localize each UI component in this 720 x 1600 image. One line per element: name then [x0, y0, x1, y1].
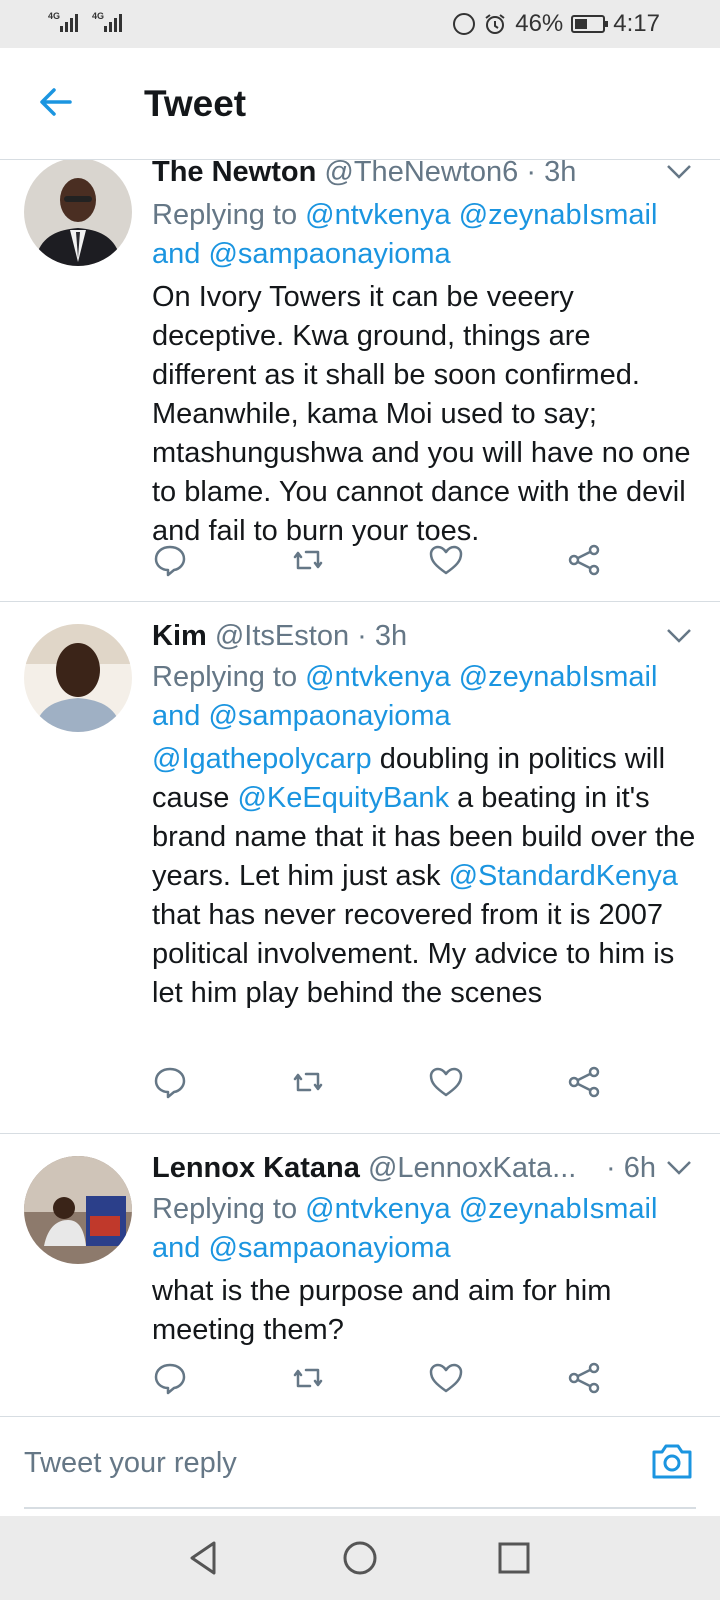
tweet-actions: [152, 1064, 612, 1104]
mention-link[interactable]: @zeynabIsmail: [459, 661, 658, 693]
heart-icon[interactable]: [428, 1360, 464, 1396]
chevron-down-icon[interactable]: [666, 628, 692, 644]
mention-link[interactable]: @ntvkenya: [305, 661, 451, 693]
arrow-left-icon[interactable]: [36, 82, 76, 122]
clock: 4:17: [613, 10, 660, 37]
tweet-actions: [152, 542, 612, 582]
tweet-text-segment: that has never recovered from it is 2007…: [152, 899, 675, 1009]
page-title: Tweet: [144, 83, 247, 124]
reply-input-underline: [24, 1507, 696, 1509]
tweet-item[interactable]: Kim @ItsEston · 3h Replying to @ntvkenya…: [0, 602, 720, 1134]
heart-icon[interactable]: [428, 542, 464, 578]
mention-and[interactable]: and: [152, 700, 200, 732]
display-name[interactable]: The Newton: [152, 160, 316, 188]
tweet-header: Kim @ItsEston · 3h: [152, 620, 408, 652]
retweet-icon[interactable]: [290, 1064, 326, 1100]
timestamp: 3h: [374, 620, 408, 652]
signal-icon: 4G: [92, 10, 126, 34]
home-circle-icon[interactable]: [340, 1538, 380, 1578]
reply-icon[interactable]: [152, 542, 188, 578]
status-bar: 4G 4G 46% 4:17: [0, 0, 720, 48]
app-header: Tweet: [0, 48, 720, 160]
retweet-icon[interactable]: [290, 542, 326, 578]
mention-link[interactable]: @Igathepolycarp: [152, 743, 372, 775]
status-right: 46% 4:17: [453, 8, 660, 40]
user-handle[interactable]: @TheNewton6: [324, 160, 518, 188]
network-type-label: 4G: [48, 11, 61, 21]
timestamp: 6h: [623, 1152, 656, 1184]
battery-percent: 46%: [515, 10, 564, 37]
tweet-item[interactable]: Lennox Katana @LennoxKata... · 6h Replyi…: [0, 1134, 720, 1416]
tweet-header: Lennox Katana @LennoxKata...: [152, 1150, 620, 1186]
tweet-text: On Ivory Towers it can be veeery decepti…: [152, 281, 691, 547]
share-icon[interactable]: [566, 1360, 602, 1396]
user-handle[interactable]: @LennoxKata...: [368, 1152, 576, 1184]
reply-feed[interactable]: The Newton @TheNewton6 · 3h Replying to …: [0, 160, 720, 1416]
timestamp: 3h: [544, 160, 577, 188]
signal-indicators: 4G 4G: [48, 10, 126, 34]
system-nav-bar: [0, 1516, 720, 1600]
tweet-text: what is the purpose and aim for him meet…: [152, 1275, 612, 1346]
user-handle[interactable]: @ItsEston: [215, 620, 349, 652]
reply-composer: Tweet your reply: [0, 1416, 720, 1516]
share-icon[interactable]: [566, 542, 602, 578]
mention-link[interactable]: @ntvkenya: [305, 1193, 451, 1225]
mention-link[interactable]: @zeynabIsmail: [459, 199, 658, 231]
replying-to-label: Replying to: [152, 661, 298, 693]
mention-and[interactable]: and: [152, 1232, 200, 1264]
mention-link[interactable]: @ntvkenya: [305, 199, 451, 231]
recents-square-icon[interactable]: [494, 1538, 534, 1578]
display-name[interactable]: Kim: [152, 620, 207, 652]
signal-icon: 4G: [48, 10, 82, 34]
replying-to: Replying to @ntvkenya @zeynabIsmail and …: [152, 658, 692, 736]
reply-icon[interactable]: [152, 1360, 188, 1396]
avatar[interactable]: [24, 624, 132, 732]
heart-icon[interactable]: [428, 1064, 464, 1100]
replying-to: Replying to @ntvkenya @zeynabIsmail and …: [152, 1190, 692, 1268]
network-type-label: 4G: [92, 11, 105, 21]
retweet-icon[interactable]: [290, 1360, 326, 1396]
reply-input[interactable]: Tweet your reply: [24, 1447, 237, 1480]
reply-icon[interactable]: [152, 1064, 188, 1100]
mention-link[interactable]: @KeEquityBank: [237, 782, 449, 814]
camera-icon[interactable]: [650, 1441, 694, 1481]
mention-link[interactable]: @zeynabIsmail: [459, 1193, 658, 1225]
share-icon[interactable]: [566, 1064, 602, 1100]
mention-and[interactable]: and: [152, 238, 200, 270]
back-triangle-icon[interactable]: [184, 1538, 224, 1578]
battery-icon: [571, 15, 609, 33]
data-saver-icon: [453, 13, 476, 35]
mention-link[interactable]: @sampaonayioma: [208, 238, 450, 270]
replying-to-label: Replying to: [152, 1193, 298, 1225]
replying-to-label: Replying to: [152, 199, 298, 231]
mention-link[interactable]: @StandardKenya: [449, 860, 678, 892]
tweet-actions: [152, 1360, 612, 1400]
avatar[interactable]: [24, 160, 132, 266]
mention-link[interactable]: @sampaonayioma: [208, 1232, 450, 1264]
chevron-down-icon[interactable]: [666, 1160, 692, 1176]
mention-link[interactable]: @sampaonayioma: [208, 700, 450, 732]
tweet-text: @Igathepolycarp doubling in politics wil…: [152, 740, 700, 1013]
tweet-header: The Newton @TheNewton6 · 3h: [152, 160, 696, 190]
tweet-item[interactable]: The Newton @TheNewton6 · 3h Replying to …: [0, 160, 720, 602]
replying-to: Replying to @ntvkenya @zeynabIsmail and …: [152, 196, 692, 274]
chevron-down-icon[interactable]: [666, 164, 692, 180]
avatar[interactable]: [24, 1156, 132, 1264]
alarm-icon: [485, 14, 505, 34]
display-name[interactable]: Lennox Katana: [152, 1152, 360, 1184]
timestamp-group: · 6h: [606, 1152, 656, 1184]
